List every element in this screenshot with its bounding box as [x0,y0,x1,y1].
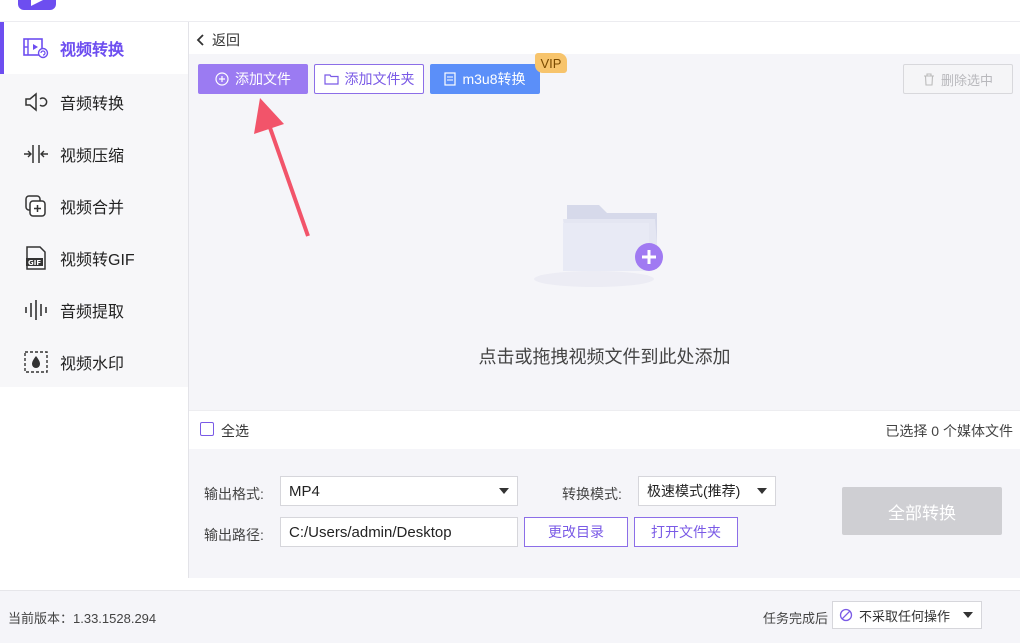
add-folder-button[interactable]: 添加文件夹 [314,64,424,94]
chevron-left-icon [196,34,204,46]
output-path-label: 输出路径: [204,527,264,543]
select-all-checkbox[interactable] [200,422,214,436]
convert-all-button[interactable]: 全部转换 [842,487,1002,535]
video-convert-icon [22,36,50,60]
caret-down-icon [963,612,973,618]
after-task-select[interactable]: 不采取任何操作 [832,601,982,629]
version-label: 当前版本：1.33.1528.294 [8,611,157,626]
after-task-label: 任务完成后 [763,611,829,626]
sidebar-item-label: 视频转GIF [60,252,135,269]
trash-icon [923,72,935,86]
back-button[interactable]: 返回 [196,30,240,50]
watermark-icon [22,350,50,374]
sidebar-item-label: 音频转换 [60,96,125,113]
document-icon [444,72,457,86]
caret-down-icon [499,488,509,494]
convert-mode-label: 转换模式: [562,486,622,502]
back-label: 返回 [212,32,240,48]
output-path-input[interactable]: C:/Users/admin/Desktop [280,517,518,547]
sidebar-item-video-watermark[interactable]: 视频水印 [0,336,188,388]
plus-circle-icon [215,72,229,86]
sidebar-item-label: 视频合并 [60,200,125,217]
convert-mode-value: 极速模式(推荐) [647,483,741,499]
delete-selected-label: 删除选中 [940,72,993,88]
title-bar [0,0,1020,22]
convert-mode-select[interactable]: 极速模式(推荐) [638,476,776,506]
sidebar-item-label: 视频转换 [60,42,125,59]
sidebar-item-video-convert[interactable]: 视频转换 [0,22,188,74]
vip-badge: VIP [535,53,567,73]
select-all-label[interactable]: 全选 [221,421,249,441]
output-format-select[interactable]: MP4 [280,476,518,506]
add-folder-illustration-icon [534,205,663,287]
sidebar-item-video-compress[interactable]: 视频压缩 [0,128,188,180]
output-path-value: C:/Users/admin/Desktop [289,523,452,541]
app-logo [18,0,56,10]
sidebar-item-video-merge[interactable]: 视频合并 [0,180,188,232]
m3u8-label: m3u8转换 [462,71,526,87]
m3u8-convert-button[interactable]: m3u8转换 [430,64,540,94]
sidebar-item-label: 视频水印 [60,356,125,373]
add-folder-label: 添加文件夹 [344,71,415,87]
delete-selected-button[interactable]: 删除选中 [903,64,1013,94]
audio-extract-icon [22,298,50,322]
prohibit-icon [839,608,853,622]
add-file-label: 添加文件 [235,71,291,87]
sidebar-item-video-gif[interactable]: GIF 视频转GIF [0,232,188,284]
output-format-label: 输出格式: [204,486,264,502]
change-directory-button[interactable]: 更改目录 [524,517,628,547]
annotation-arrow-icon [254,98,310,237]
sidebar-item-label: 音频提取 [60,304,125,321]
compress-icon [22,142,50,166]
merge-icon [22,194,50,218]
sidebar-item-audio-extract[interactable]: 音频提取 [0,284,188,336]
selected-count: 已选择 0 个媒体文件 [885,423,1013,439]
svg-text:GIF: GIF [28,259,41,267]
gif-icon: GIF [22,246,50,270]
drop-hint: 点击或拖拽视频文件到此处添加 [478,347,731,367]
output-format-value: MP4 [289,482,320,500]
sidebar: 视频转换 音频转换 视频压缩 视频合并 GIF 视频转GIF 音频提取 视频水印 [0,22,188,387]
open-folder-button[interactable]: 打开文件夹 [634,517,738,547]
audio-convert-icon [22,90,50,114]
sidebar-item-audio-convert[interactable]: 音频转换 [0,76,188,128]
caret-down-icon [757,488,767,494]
sidebar-item-label: 视频压缩 [60,148,125,165]
after-task-value: 不采取任何操作 [859,608,951,624]
app-window: 视频转换 音频转换 视频压缩 视频合并 GIF 视频转GIF 音频提取 视频水印… [0,0,1020,643]
folder-icon [323,73,339,85]
